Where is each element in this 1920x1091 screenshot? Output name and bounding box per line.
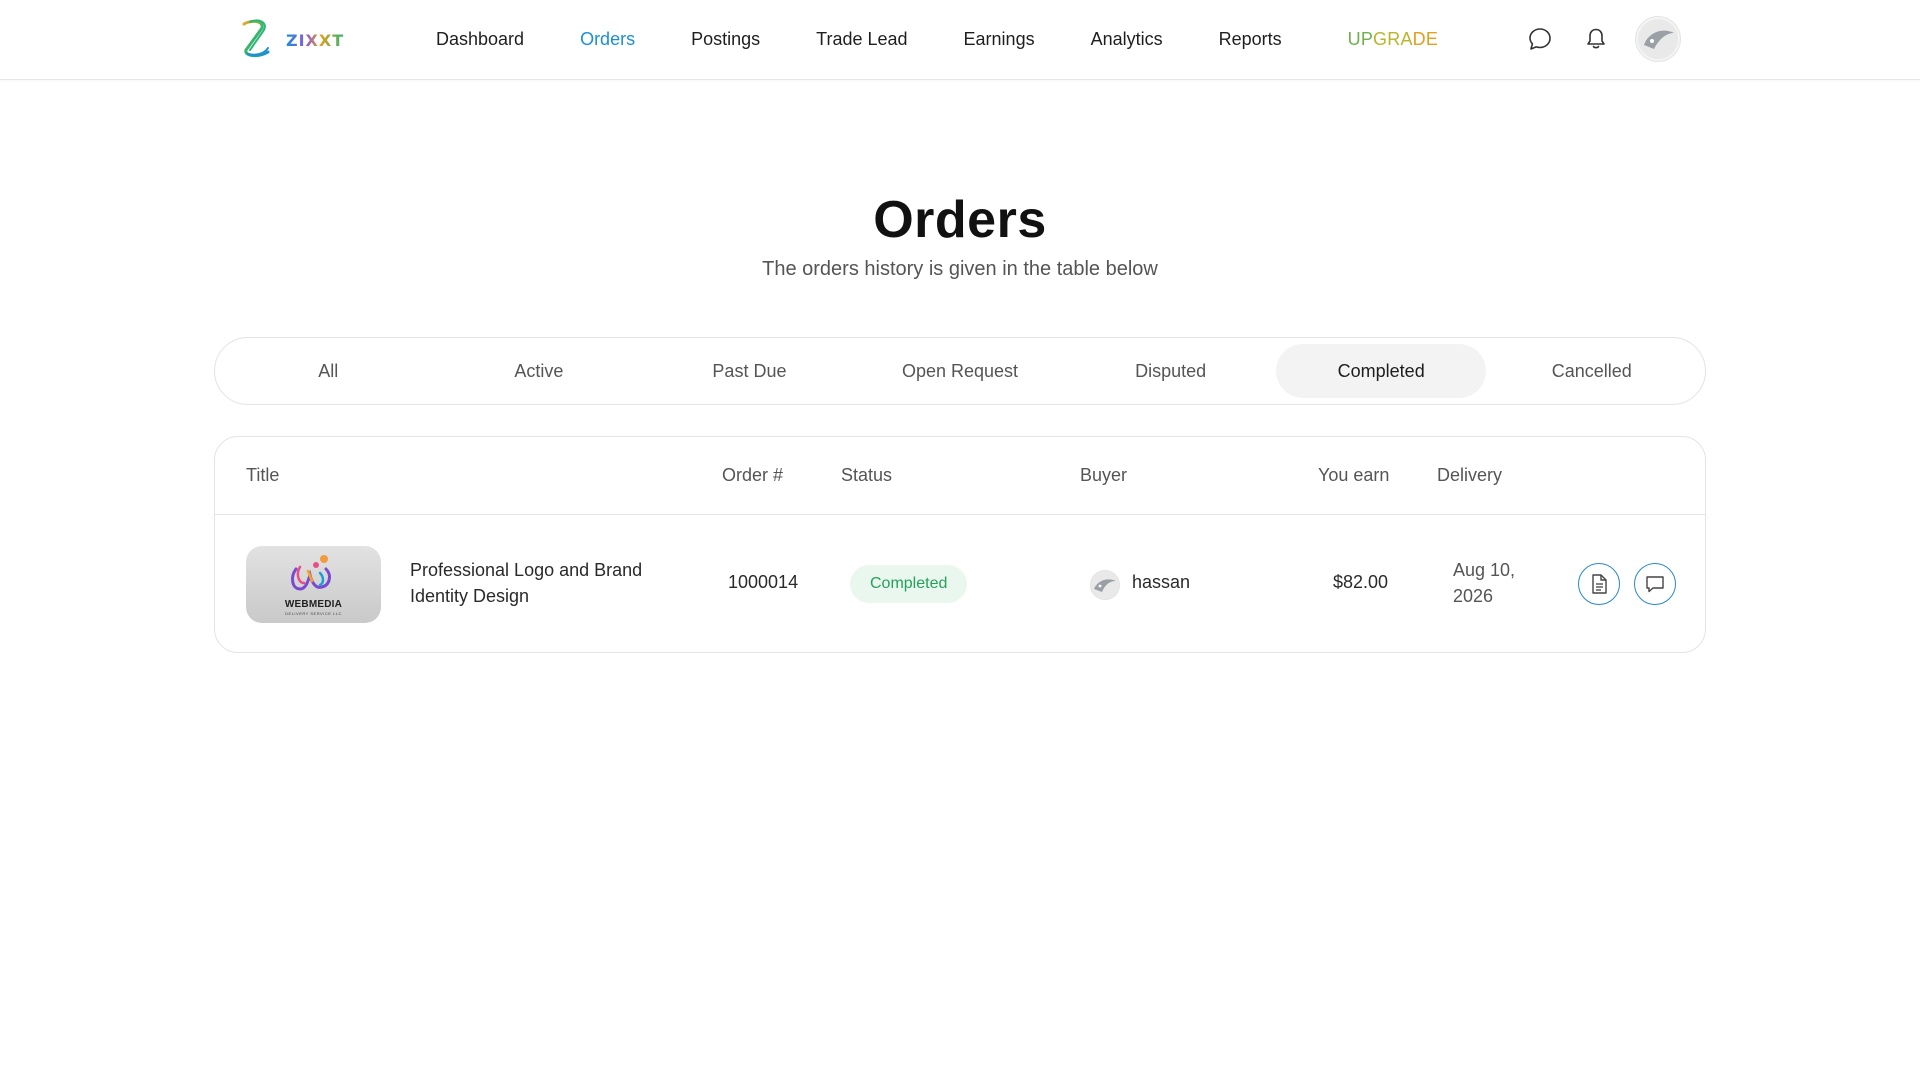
- message-icon: [1646, 576, 1664, 593]
- page-title: Orders: [873, 191, 1047, 249]
- column-header-delivery: Delivery: [1437, 465, 1503, 485]
- order-title[interactable]: Professional Logo and Brand Identity Des…: [410, 557, 670, 609]
- status-badge: Completed: [850, 565, 968, 603]
- messages-button[interactable]: [1524, 23, 1556, 55]
- order-number: 1000014: [728, 572, 799, 592]
- brand-logo-text: ZIXXT: [286, 31, 344, 50]
- document-icon: [1592, 574, 1607, 594]
- tab-all[interactable]: All: [223, 344, 434, 398]
- column-header-title: Title: [246, 465, 280, 485]
- view-order-details-button[interactable]: [1578, 563, 1620, 605]
- upgrade-label-part: UP: [1347, 28, 1374, 49]
- tab-open-request[interactable]: Open Request: [855, 344, 1066, 398]
- nav-dashboard[interactable]: Dashboard: [436, 29, 524, 50]
- column-header-order: Order #: [722, 465, 784, 485]
- column-header-buyer: Buyer: [1080, 465, 1128, 485]
- nav-trade-lead[interactable]: Trade Lead: [816, 29, 907, 50]
- column-header-earn: You earn: [1318, 465, 1390, 485]
- table-header: Title Order # Status Buyer You earn Deli…: [215, 437, 1705, 515]
- tab-disputed[interactable]: Disputed: [1065, 344, 1276, 398]
- table-row[interactable]: WEBMEDIA DELIVERY SERVICE LLC Profession…: [215, 515, 1705, 652]
- avatar-icon: [1091, 571, 1119, 599]
- notifications-button[interactable]: [1580, 23, 1612, 55]
- tab-cancelled[interactable]: Cancelled: [1486, 344, 1697, 398]
- delivery-date-line: 2026: [1453, 586, 1494, 606]
- zixxt-logo-icon: ZIXXT: [242, 19, 344, 58]
- nav-reports[interactable]: Reports: [1219, 29, 1282, 50]
- order-status-tabs: All Active Past Due Open Request Dispute…: [214, 337, 1706, 405]
- tab-past-due[interactable]: Past Due: [644, 344, 855, 398]
- webmedia-logo-icon: [290, 555, 331, 591]
- upgrade-label-part: GRA: [1373, 28, 1413, 49]
- buyer-name[interactable]: hassan: [1132, 572, 1190, 593]
- nav-orders[interactable]: Orders: [580, 29, 635, 50]
- delivery-date-line: Aug 10,: [1453, 560, 1516, 580]
- main-nav: Dashboard Orders Postings Trade Lead Ear…: [436, 0, 1494, 78]
- order-title-line: Identity Design: [410, 586, 530, 606]
- chat-bubble-icon: [1529, 28, 1551, 50]
- top-navbar: ZIXXT Dashboard Orders Postings Trade Le…: [0, 0, 1920, 80]
- nav-earnings[interactable]: Earnings: [964, 29, 1035, 50]
- user-avatar[interactable]: [1636, 17, 1680, 61]
- orders-table: Title Order # Status Buyer You earn Deli…: [214, 436, 1706, 653]
- thumbnail-subtext: DELIVERY SERVICE LLC: [285, 611, 342, 616]
- earn-amount: $82.00: [1333, 572, 1389, 592]
- upgrade-label-part: DE: [1412, 28, 1439, 49]
- thumbnail-text: WEBMEDIA: [284, 599, 343, 610]
- buyer-avatar: [1090, 570, 1120, 600]
- message-buyer-button[interactable]: [1634, 563, 1676, 605]
- nav-upgrade[interactable]: UPGRADE: [1348, 29, 1438, 50]
- column-header-status: Status: [841, 465, 893, 485]
- nav-postings[interactable]: Postings: [691, 29, 760, 50]
- delivery-date: Aug 10, 2026: [1453, 557, 1533, 609]
- bell-icon: [1587, 28, 1605, 49]
- avatar-icon: [1638, 19, 1678, 59]
- order-title-line: Professional Logo and Brand: [410, 560, 643, 580]
- tab-completed[interactable]: Completed: [1275, 344, 1487, 398]
- nav-analytics[interactable]: Analytics: [1091, 29, 1163, 50]
- tab-active[interactable]: Active: [434, 344, 645, 398]
- page-subtitle: The orders history is given in the table…: [762, 258, 1158, 280]
- order-thumbnail[interactable]: WEBMEDIA DELIVERY SERVICE LLC: [246, 546, 381, 623]
- brand-logo[interactable]: ZIXXT: [238, 16, 358, 62]
- top-icons: [1524, 12, 1680, 66]
